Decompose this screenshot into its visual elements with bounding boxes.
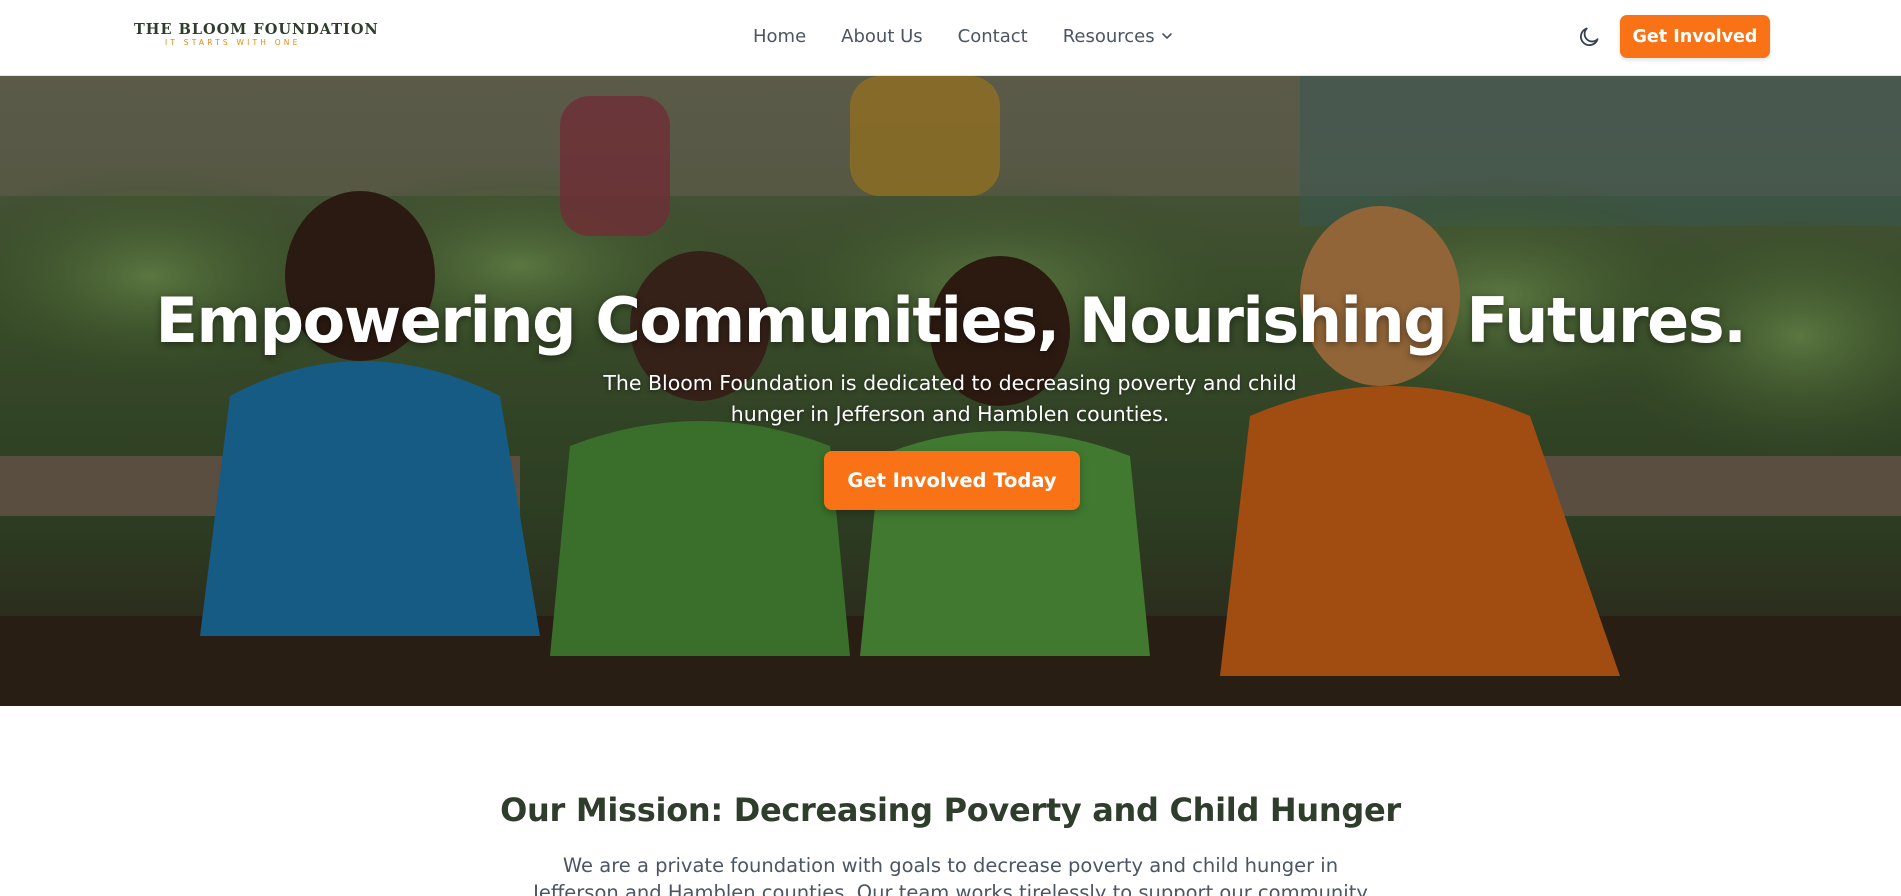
logo[interactable]: THE BLOOM FOUNDATION IT STARTS WITH ONE	[134, 21, 379, 49]
nav-about-us[interactable]: About Us	[841, 26, 923, 47]
mission-body: We are a private foundation with goals t…	[533, 854, 1368, 896]
nav-home-label: Home	[753, 25, 807, 47]
moon-icon	[1580, 27, 1599, 46]
hero-title: Empowering Communities, Nourishing Futur…	[155, 284, 1747, 357]
mission-title: Our Mission: Decreasing Poverty and Chil…	[500, 791, 1401, 829]
nav-contact[interactable]: Contact	[958, 26, 1028, 47]
get-involved-today-button[interactable]: Get Involved Today	[824, 451, 1080, 510]
nav-resources-label: Resources	[1062, 25, 1155, 47]
nav-about-us-label: About Us	[841, 25, 923, 47]
hero-section: Empowering Communities, Nourishing Futur…	[0, 76, 1901, 706]
nav-resources-dropdown[interactable]: Resources	[1063, 26, 1173, 47]
chevron-down-icon	[1161, 33, 1172, 39]
get-involved-button[interactable]: Get Involved	[1620, 15, 1770, 58]
nav-home[interactable]: Home	[753, 26, 806, 47]
logo-tagline: IT STARTS WITH ONE	[165, 38, 301, 47]
mission-section: Our Mission: Decreasing Poverty and Chil…	[0, 706, 1901, 896]
hero-subtitle: The Bloom Foundation is dedicated to dec…	[603, 371, 1297, 426]
logo-name: THE BLOOM FOUNDATION	[134, 21, 379, 38]
theme-toggle-button[interactable]	[1574, 24, 1604, 50]
site-header: THE BLOOM FOUNDATION IT STARTS WITH ONE …	[0, 0, 1901, 76]
main-nav: Home About Us Contact Resources	[753, 24, 1173, 48]
nav-contact-label: Contact	[957, 25, 1028, 47]
